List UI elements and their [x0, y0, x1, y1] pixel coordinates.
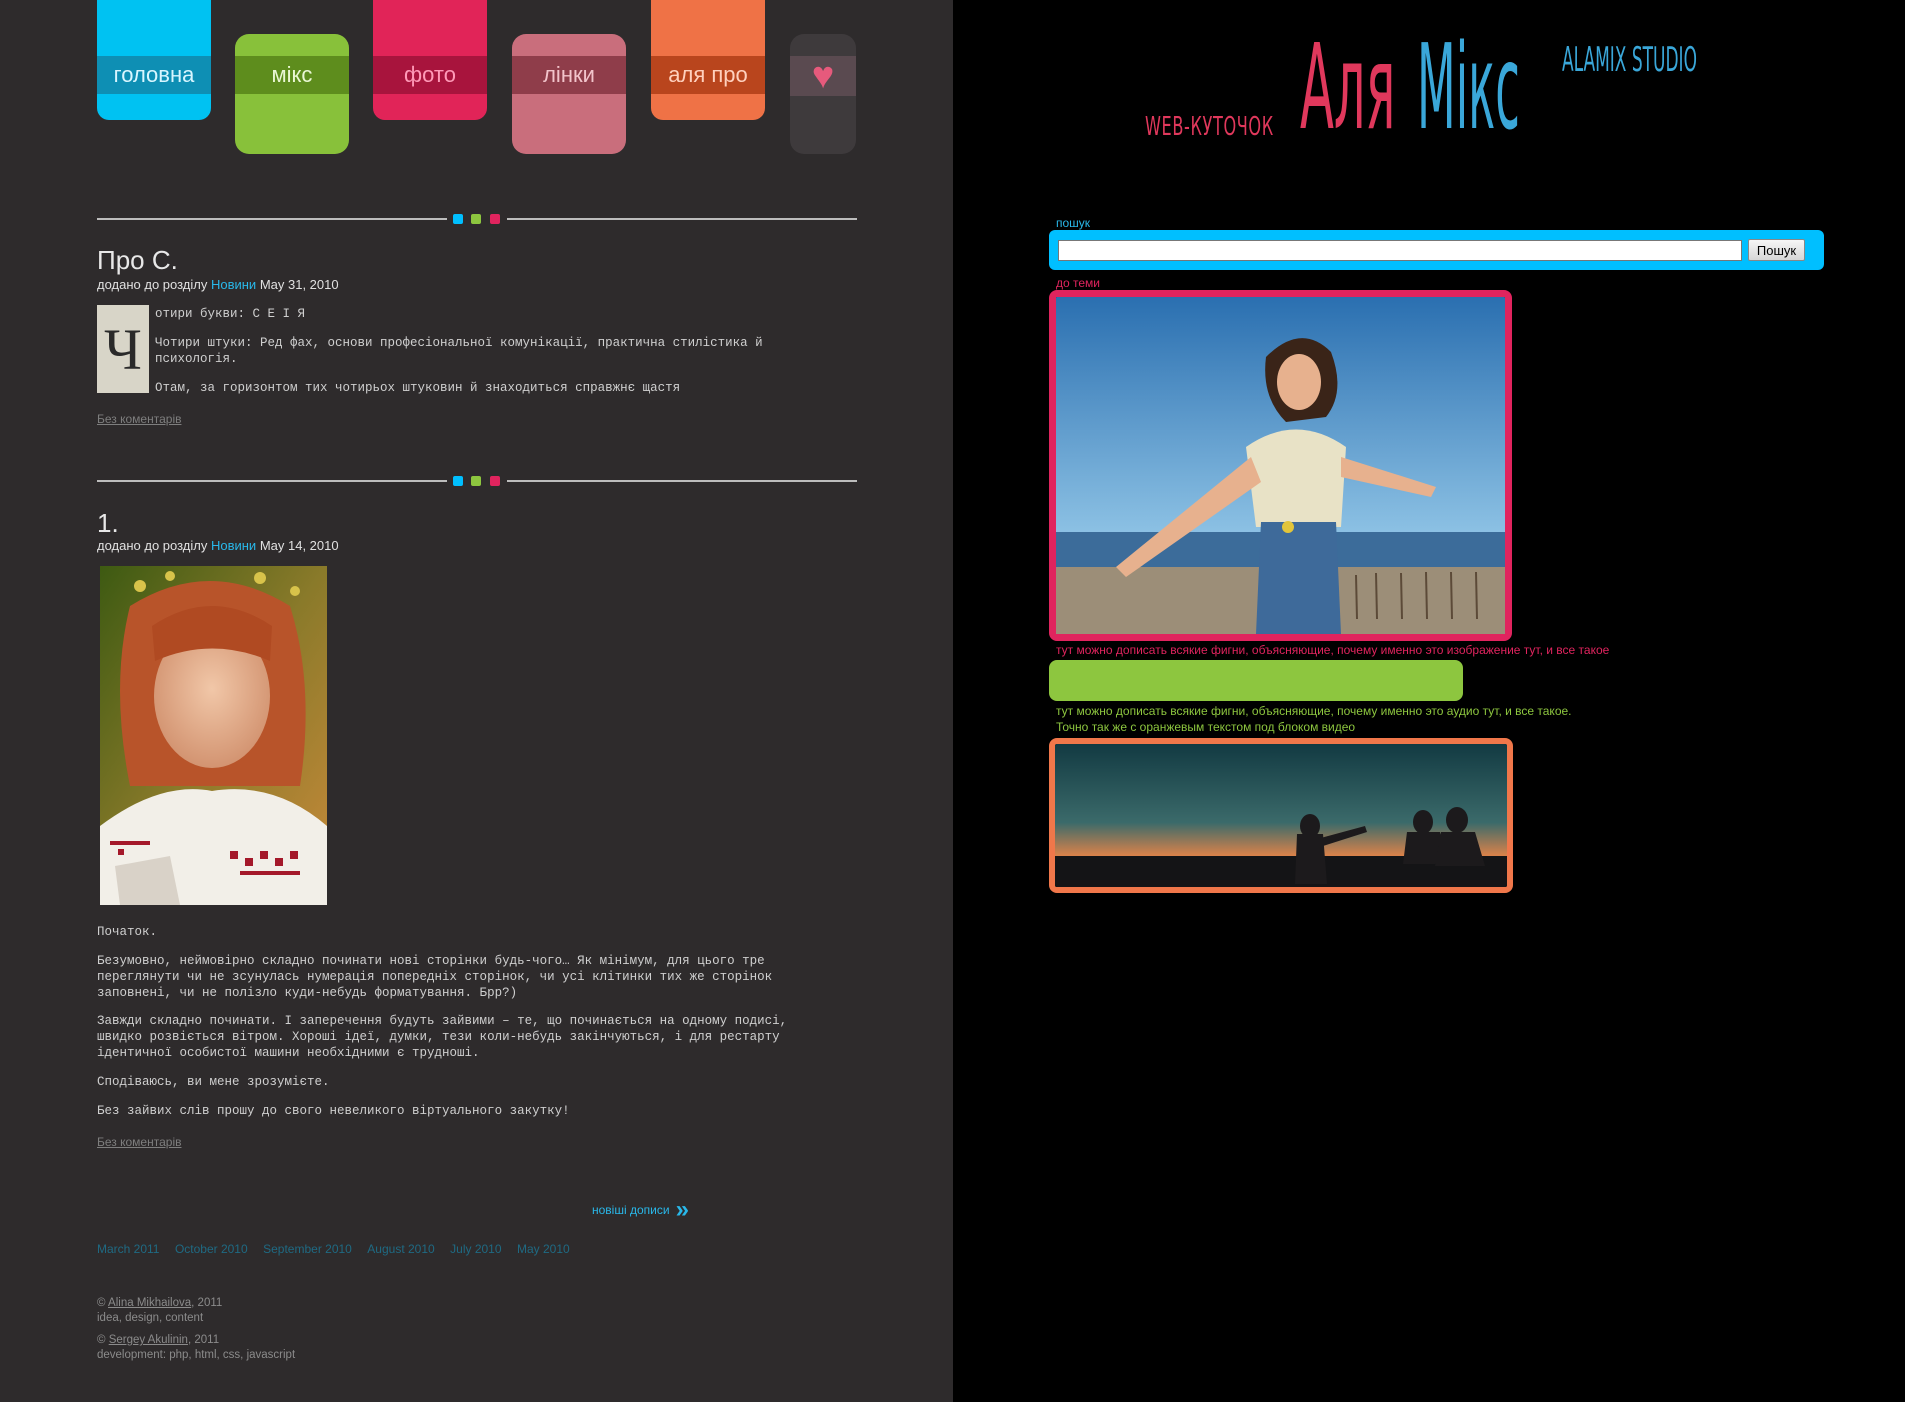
archive-link[interactable]: July 2010	[450, 1242, 501, 1256]
footer-year: , 2011	[187, 1334, 220, 1346]
tab-photo[interactable]: фото	[373, 0, 487, 120]
search-label: пошук	[1056, 216, 1091, 230]
search-input[interactable]	[1058, 240, 1742, 261]
logo-prefix: WEB-КУТОЧОК	[1145, 112, 1274, 142]
footer-credit: © Sergey Akulinin, 2011 development: php…	[97, 1333, 295, 1363]
search-box: Пошук	[1049, 230, 1824, 270]
post-divider	[97, 214, 857, 224]
topic-image[interactable]	[1049, 290, 1512, 641]
archive-link[interactable]: August 2010	[367, 1242, 434, 1256]
post-paragraph: Отам, за горизонтом тих чотирьох штукови…	[155, 381, 681, 395]
tab-favorite[interactable]: ♥	[790, 34, 856, 154]
copyright-icon: ©	[97, 1297, 106, 1309]
logo-studio: ALAMIX STUDIO	[1562, 40, 1697, 80]
site-logo[interactable]: WEB-КУТОЧОК Аля Мікс ALAMIX STUDIO	[1145, 22, 1715, 158]
audio-caption: тут можно дописать всякие фигни, объясня…	[1056, 704, 1572, 718]
topic-photo	[1056, 297, 1505, 634]
post-date: May 14, 2010	[259, 538, 339, 553]
tab-mix-label: мікс	[235, 56, 349, 94]
audio-player[interactable]	[1049, 660, 1463, 701]
search-button[interactable]: Пошук	[1748, 239, 1805, 261]
tab-about-label: аля про	[651, 56, 765, 94]
double-chevron-right-icon: »	[675, 1196, 689, 1223]
topic-label: до теми	[1056, 276, 1100, 290]
archive-link[interactable]: October 2010	[175, 1242, 248, 1256]
footer-credit-line: © Sergey Akulinin, 2011	[97, 1333, 295, 1348]
tab-photo-label: фото	[373, 56, 487, 94]
comments-link[interactable]: Без коментарів	[97, 412, 181, 426]
footer-year: , 2011	[191, 1297, 223, 1309]
footer-credit: © Alina Mikhailova, 2011 idea, design, c…	[97, 1296, 222, 1326]
post-category-link[interactable]: Новини	[211, 277, 256, 292]
video-frame	[1055, 744, 1507, 887]
tab-links[interactable]: лінки	[512, 34, 626, 154]
tab-links-label: лінки	[512, 56, 626, 94]
footer-role: idea, design, content	[97, 1312, 204, 1324]
newer-posts-label: новіші дописи	[592, 1203, 670, 1217]
post-date: May 31, 2010	[259, 277, 339, 292]
post-meta-prefix: додано до розділу	[97, 277, 208, 292]
tab-home-label: головна	[97, 56, 211, 94]
footer-author-link[interactable]: Alina Mikhailova	[108, 1297, 191, 1309]
post-meta: додано до розділу Новини May 31, 2010	[97, 277, 339, 292]
post-paragraph: Сподіваюсь, ви мене зрозумієте.	[97, 1075, 330, 1089]
post-paragraph: Завжди складно починати. І заперечення б…	[97, 1014, 788, 1060]
archive-link[interactable]: September 2010	[263, 1242, 352, 1256]
heart-icon: ♥	[790, 55, 856, 97]
post-meta-prefix: додано до розділу	[97, 538, 208, 553]
post-photo	[100, 566, 327, 905]
archive-links: March 2011 October 2010 September 2010 A…	[97, 1240, 581, 1258]
dropcap: Ч	[97, 305, 149, 393]
image-caption: тут можно дописать всякие фигни, объясня…	[1056, 643, 1610, 657]
logo-word2: Мікс	[1417, 18, 1520, 156]
tab-home[interactable]: головна	[97, 0, 211, 120]
footer-developer-link[interactable]: Sergey Akulinin	[109, 1334, 188, 1346]
post-divider	[97, 476, 857, 486]
post-paragraph: отири букви: С Е І Я	[155, 307, 306, 321]
post-meta: додано до розділу Новини May 14, 2010	[97, 538, 339, 553]
tab-about[interactable]: аля про	[651, 0, 765, 120]
logo-word1: Аля	[1300, 18, 1396, 156]
archive-link[interactable]: May 2010	[517, 1242, 570, 1256]
post-title[interactable]: 1.	[97, 508, 119, 539]
video-player[interactable]	[1049, 738, 1513, 893]
copyright-icon: ©	[97, 1334, 106, 1346]
archive-link[interactable]: March 2011	[97, 1242, 159, 1256]
footer-role: development: php, html, css, javascript	[97, 1349, 296, 1361]
comments-link[interactable]: Без коментарів	[97, 1135, 181, 1149]
post-paragraph: Початок.	[97, 925, 158, 939]
post-title[interactable]: Про С.	[97, 245, 178, 276]
post-paragraph: Безумовно, неймовірно складно починати н…	[97, 954, 773, 1000]
tab-mix[interactable]: мікс	[235, 34, 349, 154]
post-paragraph: Без зайвих слів прошу до свого невеликог…	[97, 1104, 570, 1118]
video-caption: Точно так же с оранжевым текстом под бло…	[1056, 720, 1356, 734]
sidebar-column	[953, 0, 1905, 1402]
post-category-link[interactable]: Новини	[211, 538, 256, 553]
post-paragraph: Чотири штуки: Ред фах, основи професіона…	[155, 336, 763, 366]
footer-credit-line: © Alina Mikhailova, 2011	[97, 1296, 222, 1311]
newer-posts-link[interactable]: новіші дописи »	[592, 1196, 689, 1223]
